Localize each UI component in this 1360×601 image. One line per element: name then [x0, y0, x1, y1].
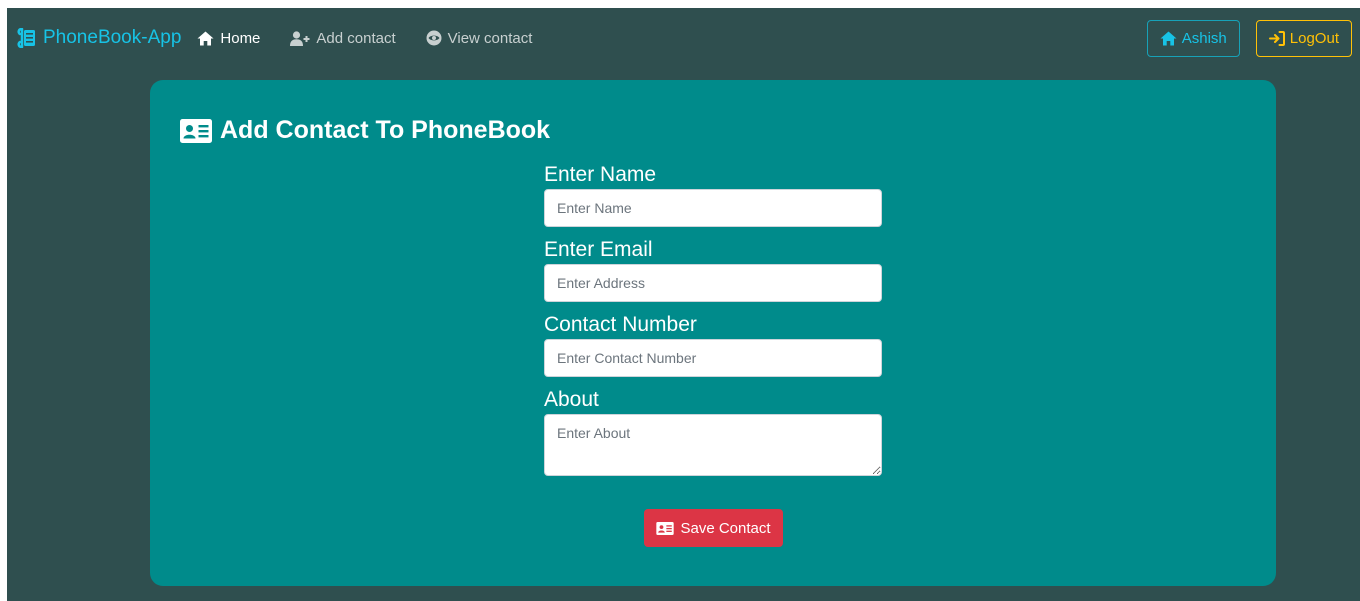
nav-link-home[interactable]: Home	[197, 30, 260, 47]
nav-links: Home Add contact View contact	[197, 30, 562, 47]
email-input[interactable]	[544, 264, 882, 302]
add-contact-card: Add Contact To PhoneBook Enter Name Ente…	[150, 80, 1276, 586]
navbar: PhoneBook-App Home Add contact View cont…	[7, 8, 1360, 68]
nav-actions: Ashish LogOut	[1146, 19, 1352, 57]
nav-link-add-contact-label: Add contact	[316, 29, 396, 47]
email-label: Enter Email	[544, 238, 653, 261]
name-input[interactable]	[544, 189, 882, 227]
home-icon	[1160, 31, 1177, 46]
sign-in-icon	[1268, 30, 1285, 46]
about-group: About	[544, 385, 882, 481]
brand-link[interactable]: PhoneBook-App	[17, 27, 181, 49]
name-group: Enter Name	[544, 160, 882, 227]
phone-group: Contact Number	[544, 310, 882, 377]
app-root: PhoneBook-App Home Add contact View cont…	[7, 8, 1360, 601]
address-card-icon	[656, 521, 675, 535]
name-label: Enter Name	[544, 163, 657, 186]
brand-name: PhoneBook-App	[43, 27, 182, 48]
home-icon	[197, 31, 214, 46]
user-profile-button[interactable]: Ashish	[1146, 19, 1240, 57]
logout-label: LogOut	[1289, 29, 1339, 47]
add-contact-form: Enter Name Enter Email Contact Number Ab…	[544, 160, 882, 489]
logout-button[interactable]: LogOut	[1255, 19, 1352, 57]
nav-link-view-contact[interactable]: View contact	[426, 29, 533, 47]
about-textarea[interactable]	[544, 414, 882, 476]
phone-label: Contact Number	[544, 313, 697, 336]
save-contact-label: Save Contact	[680, 519, 771, 537]
user-name: Ashish	[1181, 29, 1227, 47]
nav-link-home-label: Home	[220, 29, 261, 47]
card-title: Add Contact To PhoneBook	[180, 116, 550, 145]
eye-icon	[426, 30, 442, 46]
phonebook-icon	[17, 28, 37, 48]
save-contact-button[interactable]: Save Contact	[644, 509, 783, 547]
nav-link-view-contact-label: View contact	[447, 29, 533, 47]
card-title-text: Add Contact To PhoneBook	[220, 116, 551, 144]
about-label: About	[544, 388, 599, 411]
address-card-icon	[180, 118, 212, 143]
email-group: Enter Email	[544, 235, 882, 302]
phone-input[interactable]	[544, 339, 882, 377]
user-plus-icon	[290, 30, 310, 46]
nav-link-add-contact[interactable]: Add contact	[290, 29, 396, 47]
